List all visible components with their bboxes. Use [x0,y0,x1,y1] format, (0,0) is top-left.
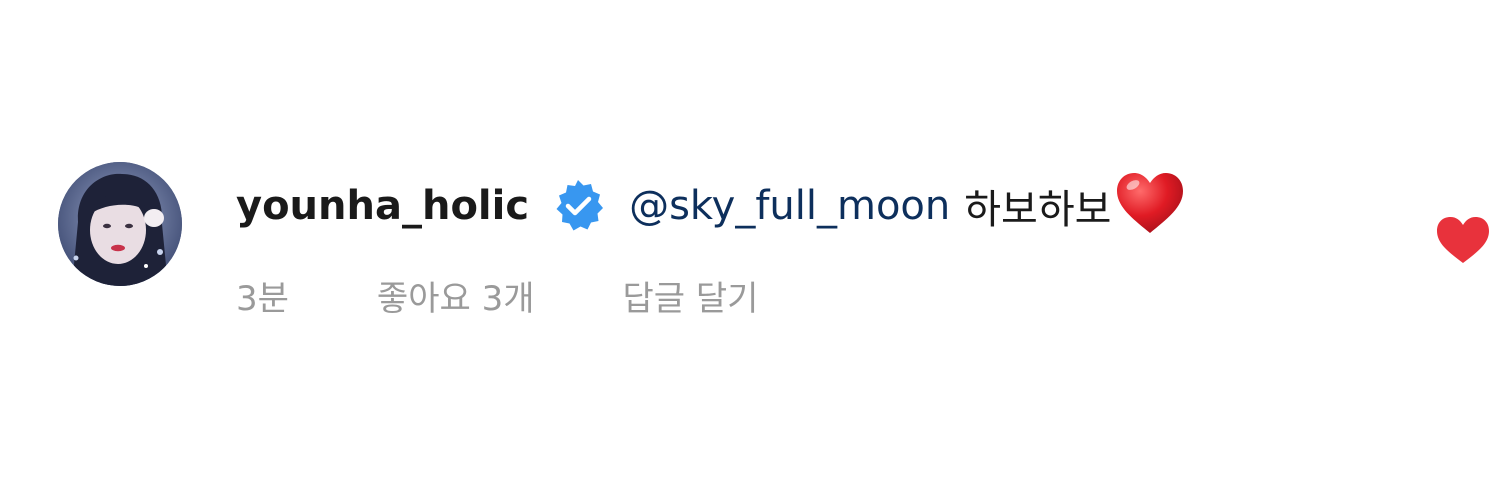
comment-timestamp: 3분 [236,278,289,319]
avatar[interactable] [58,162,182,286]
reply-button[interactable]: 답글 달기 [622,271,758,320]
comment-meta: 3분 좋아요 3개 답글 달기 [236,270,758,320]
heart-icon[interactable] [1434,214,1492,266]
likes-count-link[interactable]: 좋아요 3개 [377,271,535,320]
mention-link[interactable]: @sky_full_moon [629,183,950,229]
verified-badge-icon [549,177,607,235]
username[interactable]: younha_holic [236,183,529,229]
comment-row: younha_holic @sky_full_moon 하보하보 3분 좋아요 … [0,0,1500,501]
comment-text: 하보하보 [964,187,1112,233]
comment-body: younha_holic @sky_full_moon 하보하보 [236,166,1187,246]
red-heart-emoji [1113,169,1187,237]
